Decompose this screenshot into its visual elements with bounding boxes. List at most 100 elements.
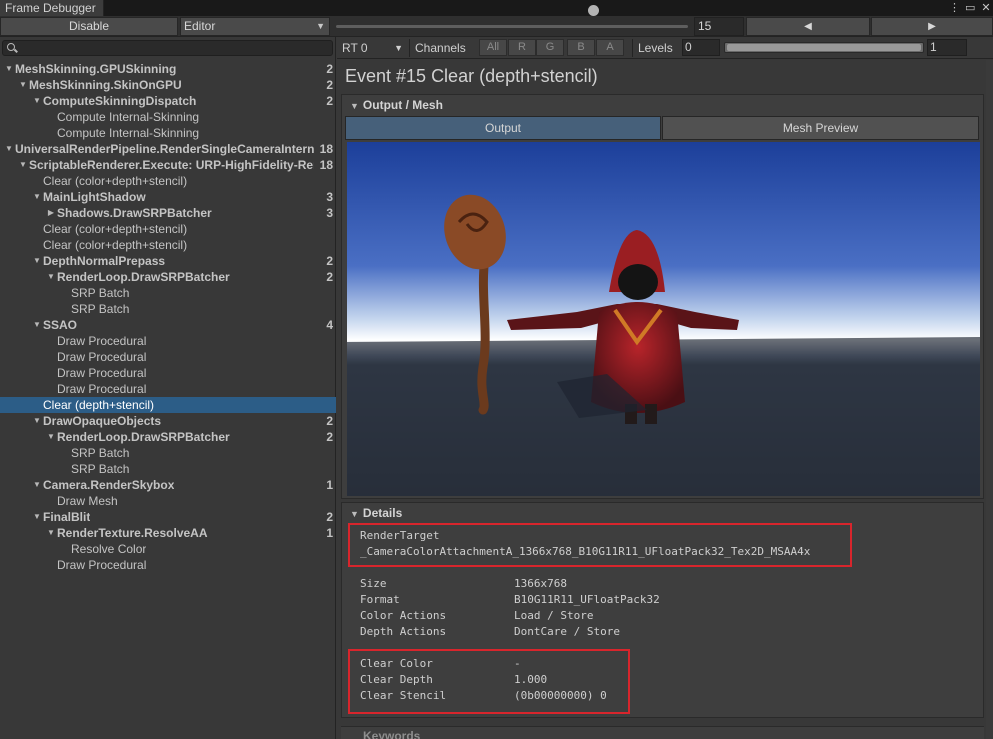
- tree-row-label: Clear (color+depth+stencil): [43, 222, 188, 236]
- tree-row-count: 2: [326, 78, 333, 92]
- tree-row[interactable]: ▼ RenderTexture.ResolveAA 1: [0, 525, 336, 541]
- tree-row[interactable]: ▼ RenderLoop.DrawSRPBatcher 2: [0, 269, 336, 285]
- tree-row[interactable]: Draw Procedural: [0, 381, 336, 397]
- tree-row[interactable]: ▼ DrawOpaqueObjects 2: [0, 413, 336, 429]
- expanded-arrow-icon[interactable]: ▼: [32, 189, 42, 205]
- expanded-arrow-icon[interactable]: ▼: [18, 77, 28, 93]
- event-slider-track[interactable]: [336, 25, 688, 28]
- tree-row[interactable]: SRP Batch: [0, 285, 336, 301]
- output-section-header[interactable]: ▼ Output / Mesh: [350, 98, 443, 112]
- render-target-preview: [347, 142, 980, 496]
- clear-value: 1.000: [514, 673, 548, 686]
- expanded-arrow-icon[interactable]: ▼: [32, 317, 42, 333]
- expanded-arrow-icon[interactable]: ▼: [46, 429, 56, 445]
- levels-min-field[interactable]: 0: [682, 39, 720, 56]
- tree-row[interactable]: Draw Procedural: [0, 349, 336, 365]
- channel-all-button[interactable]: All: [479, 39, 507, 56]
- tree-row-label: FinalBlit: [43, 510, 91, 524]
- frame-debugger-tab[interactable]: Frame Debugger: [0, 0, 104, 16]
- tree-row[interactable]: Compute Internal-Skinning: [0, 109, 336, 125]
- close-icon[interactable]: ✕: [981, 0, 991, 16]
- details-section-header[interactable]: ▼ Details: [350, 506, 402, 520]
- tab-mesh-preview[interactable]: Mesh Preview: [662, 116, 979, 140]
- tree-row[interactable]: ▼ MainLightShadow 3: [0, 189, 336, 205]
- expanded-arrow-icon[interactable]: ▼: [18, 157, 28, 173]
- levels-range-slider[interactable]: [724, 42, 924, 53]
- expanded-arrow-icon[interactable]: ▼: [32, 477, 42, 493]
- tree-row[interactable]: ▼ MeshSkinning.SkinOnGPU 2: [0, 77, 336, 93]
- tree-row[interactable]: ▼ DepthNormalPrepass 2: [0, 253, 336, 269]
- next-event-button[interactable]: ▶: [871, 17, 993, 36]
- levels-label: Levels: [638, 41, 673, 55]
- tree-row[interactable]: ▼ RenderLoop.DrawSRPBatcher 2: [0, 429, 336, 445]
- event-slider-thumb[interactable]: [587, 5, 599, 16]
- tree-row[interactable]: SRP Batch: [0, 461, 336, 477]
- expanded-arrow-icon[interactable]: ▼: [46, 525, 56, 541]
- expanded-arrow-icon[interactable]: ▼: [32, 253, 42, 269]
- tree-row[interactable]: ▼ UniversalRenderPipeline.RenderSingleCam…: [0, 141, 336, 157]
- expanded-arrow-icon[interactable]: ▼: [32, 413, 42, 429]
- clear-key: Clear Stencil: [360, 689, 447, 702]
- previous-event-button[interactable]: ◀: [746, 17, 870, 36]
- tree-row[interactable]: ▼ Camera.RenderSkybox 1: [0, 477, 336, 493]
- tree-row[interactable]: ▼ MeshSkinning.GPUSkinning 2: [0, 61, 336, 77]
- details-scrollbar[interactable]: [986, 60, 993, 739]
- event-hierarchy-pane: ▼ MeshSkinning.GPUSkinning 2 ▼ MeshSkinning.…: [0, 37, 336, 739]
- search-input[interactable]: [2, 40, 333, 56]
- tree-row[interactable]: Clear (color+depth+stencil): [0, 173, 336, 189]
- levels-max-field[interactable]: 1: [927, 39, 967, 56]
- disable-button[interactable]: Disable: [0, 17, 178, 36]
- event-tree: ▼ MeshSkinning.GPUSkinning 2 ▼ MeshSkinning.…: [0, 61, 336, 573]
- tree-row-label: Clear (color+depth+stencil): [43, 174, 188, 188]
- event-index-field[interactable]: 15: [694, 17, 744, 36]
- tree-row-count: 3: [326, 190, 333, 204]
- channel-a-button[interactable]: A: [596, 39, 624, 56]
- tree-row[interactable]: Resolve Color: [0, 541, 336, 557]
- tree-row-count: 1: [326, 526, 333, 540]
- tree-row[interactable]: Draw Procedural: [0, 557, 336, 573]
- channel-b-button[interactable]: B: [567, 39, 595, 56]
- tree-row-label: Draw Mesh: [57, 494, 118, 508]
- target-dropdown[interactable]: Editor ▼: [180, 17, 330, 36]
- chevron-down-icon: ▼: [316, 21, 325, 31]
- tree-row[interactable]: ▼ ComputeSkinningDispatch 2: [0, 93, 336, 109]
- detail-value: Load / Store: [514, 609, 594, 622]
- detail-key: Color Actions: [360, 609, 447, 622]
- maximize-icon[interactable]: ▭: [965, 0, 975, 16]
- kebab-menu-icon[interactable]: ⋮: [949, 0, 960, 16]
- tree-row-label: MeshSkinning.SkinOnGPU: [29, 78, 182, 92]
- tree-row[interactable]: Clear (color+depth+stencil): [0, 221, 336, 237]
- tree-row[interactable]: Draw Procedural: [0, 365, 336, 381]
- next-arrow-icon: ▶: [928, 21, 936, 32]
- tab-output[interactable]: Output: [345, 116, 661, 140]
- channels-label: Channels: [415, 41, 466, 55]
- tree-row[interactable]: Clear (color+depth+stencil): [0, 237, 336, 253]
- collapsed-arrow-icon[interactable]: ▶: [46, 205, 56, 221]
- expanded-arrow-icon[interactable]: ▼: [4, 61, 14, 77]
- expanded-arrow-icon[interactable]: ▼: [32, 509, 42, 525]
- tree-row[interactable]: ▼ SSAO 4: [0, 317, 336, 333]
- channel-g-button[interactable]: G: [536, 39, 564, 56]
- expanded-arrow-icon[interactable]: ▼: [4, 141, 14, 157]
- tree-row[interactable]: SRP Batch: [0, 301, 336, 317]
- rt-dropdown[interactable]: RT 0 ▼: [339, 39, 405, 57]
- tree-row[interactable]: ▼ ScriptableRenderer.Execute: URP-HighFid…: [0, 157, 336, 173]
- details-section-title: Details: [362, 506, 403, 520]
- tree-row[interactable]: Draw Procedural: [0, 333, 336, 349]
- detail-value: DontCare / Store: [514, 625, 620, 638]
- tree-row[interactable]: ▶ Shadows.DrawSRPBatcher 3: [0, 205, 336, 221]
- keywords-section-header[interactable]: Keywords: [341, 726, 984, 739]
- tree-row-label: SSAO: [43, 318, 78, 332]
- tree-row[interactable]: Compute Internal-Skinning: [0, 125, 336, 141]
- channel-r-button[interactable]: R: [508, 39, 536, 56]
- tree-row[interactable]: Clear (depth+stencil): [0, 397, 336, 413]
- expanded-arrow-icon[interactable]: ▼: [32, 93, 42, 109]
- expanded-arrow-icon[interactable]: ▼: [46, 269, 56, 285]
- tree-row-label: MainLightShadow: [43, 190, 146, 204]
- tree-row[interactable]: SRP Batch: [0, 445, 336, 461]
- tree-row-count: 4: [326, 318, 333, 332]
- tree-row[interactable]: ▼ FinalBlit 2: [0, 509, 336, 525]
- event-title: Event #15 Clear (depth+stencil): [345, 66, 598, 86]
- tree-row-label: MeshSkinning.GPUSkinning: [15, 62, 177, 76]
- tree-row[interactable]: Draw Mesh: [0, 493, 336, 509]
